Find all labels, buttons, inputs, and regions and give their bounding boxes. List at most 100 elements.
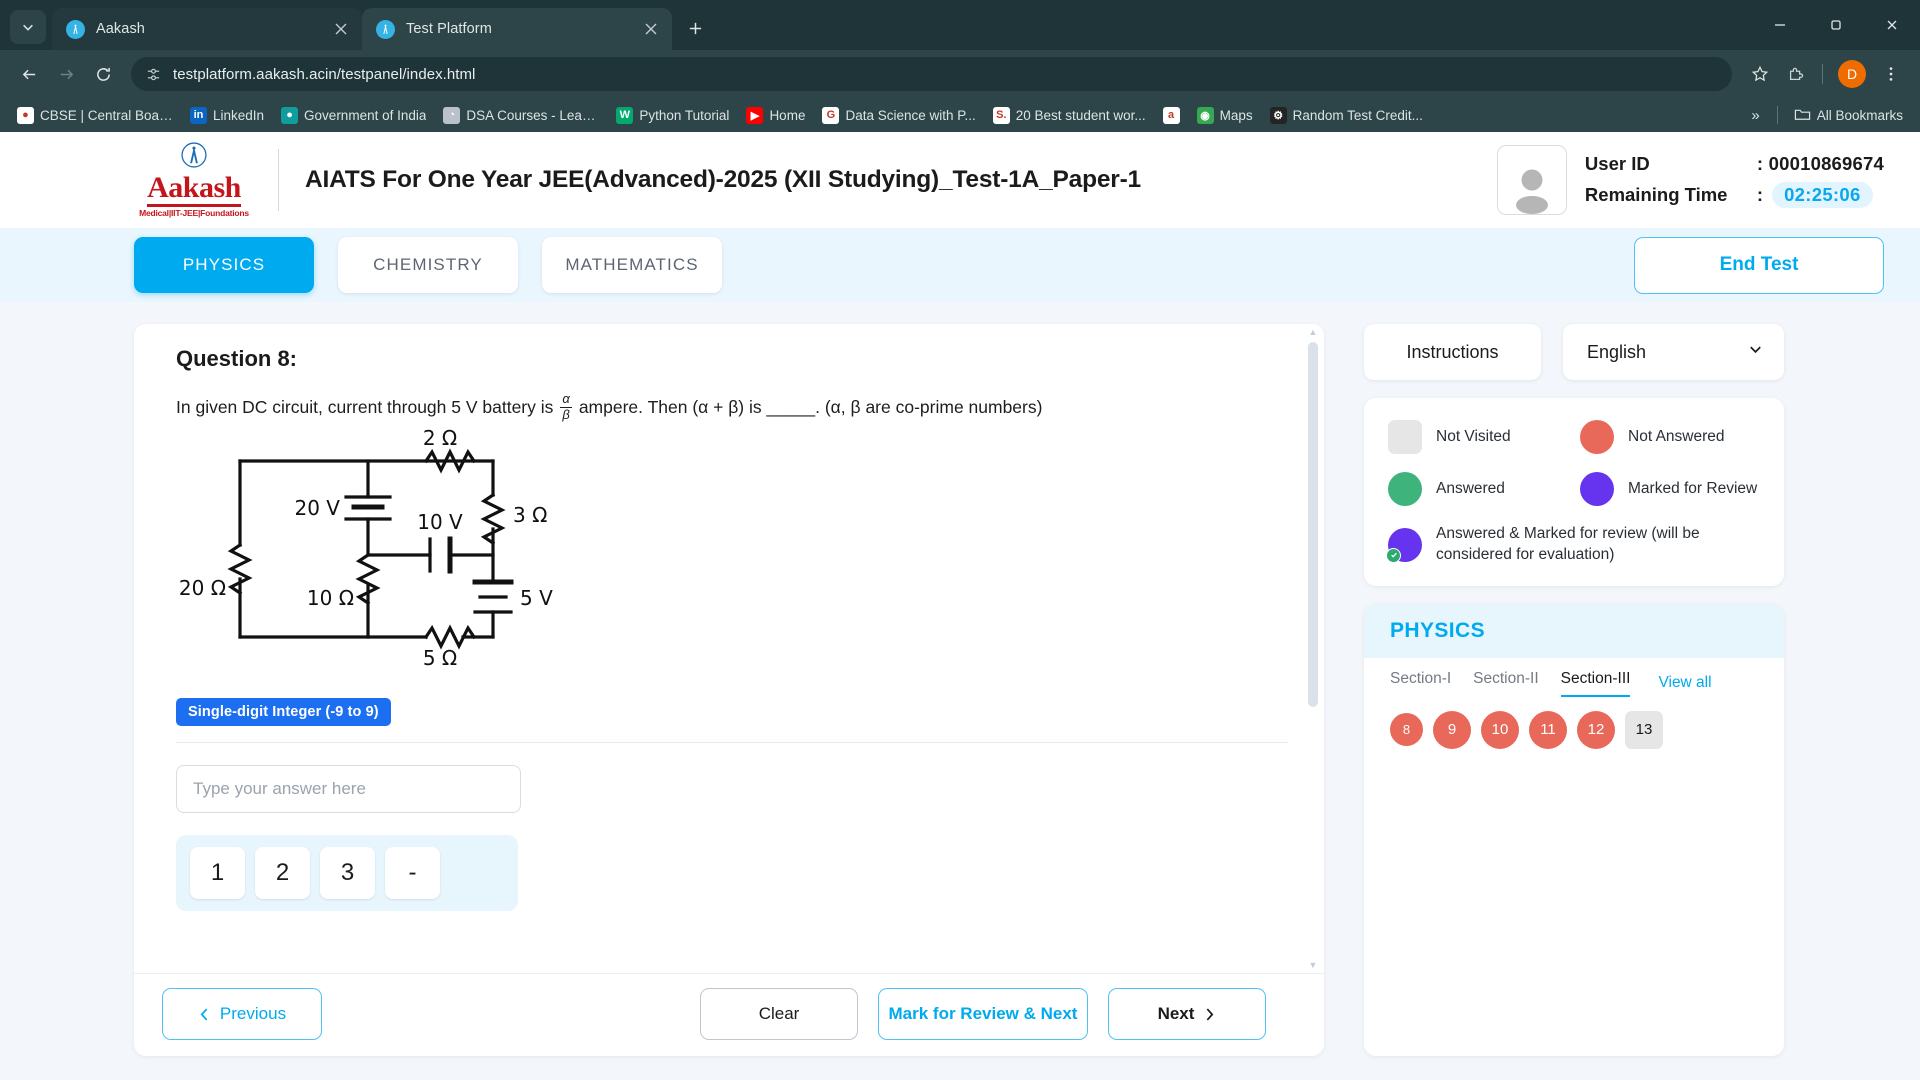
folder-icon xyxy=(1794,107,1811,124)
bookmark-item[interactable]: ◉ Maps xyxy=(1190,103,1260,128)
chevron-down-icon xyxy=(1747,341,1764,363)
legend-label-not-answered: Not Answered xyxy=(1628,427,1725,445)
aakash-favicon-icon xyxy=(376,19,395,39)
circuit-label-20v: 20 V xyxy=(295,496,341,520)
scrollbar-track[interactable]: ▲ ▼ xyxy=(1308,327,1318,970)
aakash-brand-text: Aakash xyxy=(147,173,241,208)
end-test-button[interactable]: End Test xyxy=(1634,236,1884,294)
minimize-icon[interactable] xyxy=(1752,0,1808,50)
question-number: Question 8: xyxy=(176,346,298,371)
all-bookmarks-button[interactable]: All Bookmarks xyxy=(1787,103,1910,128)
bookmark-item[interactable]: ● CBSE | Central Boar... xyxy=(10,103,180,128)
question-scrollbar[interactable]: ▲ ▼ xyxy=(1308,327,1318,970)
w3schools-icon: W xyxy=(616,106,634,124)
new-tab-button[interactable] xyxy=(680,13,710,43)
back-icon[interactable] xyxy=(12,57,46,91)
test-platform-page: Aakash Medical|IIT-JEE|Foundations AIATS… xyxy=(0,132,1920,1080)
user-meta: User ID : 00010869674 Remaining Time : 0… xyxy=(1585,153,1884,208)
google-icon: G xyxy=(822,106,840,124)
browser-window: Aakash Test Platform testplatform.aakash… xyxy=(0,0,1920,1080)
bookmark-label: 20 Best student wor... xyxy=(1015,107,1146,123)
bookmark-star-icon[interactable] xyxy=(1743,57,1777,91)
close-window-icon[interactable] xyxy=(1864,0,1920,50)
dsa-icon: ◔ xyxy=(443,106,461,124)
header-user-block: User ID : 00010869674 Remaining Time : 0… xyxy=(1496,145,1884,215)
tab-search-button[interactable] xyxy=(10,10,46,44)
maximize-icon[interactable] xyxy=(1808,0,1864,50)
legend-swatch-answered xyxy=(1388,472,1422,506)
language-select[interactable]: English xyxy=(1563,324,1784,380)
section-tab-3[interactable]: Section-III xyxy=(1560,670,1631,697)
window-controls xyxy=(1752,0,1920,50)
chrome-menu-icon[interactable] xyxy=(1874,57,1908,91)
section-tab-1[interactable]: Section-I xyxy=(1390,670,1451,697)
palette-question-12[interactable]: 12 xyxy=(1577,710,1615,749)
palette-question-8[interactable]: 8 xyxy=(1390,713,1423,747)
reload-icon[interactable] xyxy=(86,57,120,91)
legend-swatch-not-visited xyxy=(1388,420,1422,454)
clear-button[interactable]: Clear xyxy=(700,988,858,1040)
browser-tab-1[interactable]: Aakash xyxy=(52,8,362,50)
instructions-button[interactable]: Instructions xyxy=(1364,324,1541,380)
address-bar[interactable]: testplatform.aakash.acin/testpanel/index… xyxy=(131,57,1732,91)
url-text: testplatform.aakash.acin/testpanel/index… xyxy=(173,65,476,83)
keypad-key-1[interactable]: 1 xyxy=(190,846,245,899)
bookmark-item[interactable]: W Python Tutorial xyxy=(609,103,736,128)
bookmark-item[interactable]: ◔ DSA Courses - Lead... xyxy=(436,103,606,128)
side-panel: Instructions English Not Visited Not Ans… xyxy=(1364,324,1784,1056)
keypad-key-3[interactable]: 3 xyxy=(320,846,375,899)
keypad-key-minus[interactable]: - xyxy=(385,846,440,899)
mark-review-next-button[interactable]: Mark for Review & Next xyxy=(878,988,1088,1040)
legend-swatch-not-answered xyxy=(1580,420,1614,454)
legend-label-not-visited: Not Visited xyxy=(1436,427,1511,445)
bookmarks-overflow-button[interactable]: » xyxy=(1743,103,1767,128)
palette-question-10[interactable]: 10 xyxy=(1481,710,1519,749)
palette-question-13[interactable]: 13 xyxy=(1625,710,1663,749)
next-button[interactable]: Next xyxy=(1108,988,1266,1040)
site-settings-icon[interactable] xyxy=(143,64,163,84)
question-text: In given DC circuit, current through 5 V… xyxy=(176,391,1288,423)
bookmark-item[interactable]: in LinkedIn xyxy=(183,103,271,128)
bookmark-label: CBSE | Central Boar... xyxy=(40,107,173,123)
amazon-icon: a xyxy=(1162,106,1180,124)
answer-input[interactable] xyxy=(176,764,521,813)
question-scroll-area: ▲ ▼ Question 8: In given DC circuit, cur… xyxy=(134,324,1324,973)
previous-button-label: Previous xyxy=(219,1004,287,1023)
profile-avatar[interactable]: D xyxy=(1838,60,1866,88)
scroll-down-icon[interactable]: ▼ xyxy=(1309,960,1318,970)
forward-icon[interactable] xyxy=(49,57,83,91)
aakash-logo: Aakash Medical|IIT-JEE|Foundations xyxy=(34,142,254,218)
question-footer: Previous Clear Mark for Review & Next Ne… xyxy=(134,973,1324,1056)
view-all-link[interactable]: View all xyxy=(1658,674,1711,692)
bookmark-item[interactable]: ▶ Home xyxy=(739,103,812,128)
answer-divider xyxy=(176,741,1288,743)
aakash-logo-mark-icon xyxy=(181,142,207,172)
close-icon[interactable] xyxy=(330,18,352,40)
tab-mathematics[interactable]: MATHEMATICS xyxy=(542,237,722,293)
bookmark-item[interactable]: G Data Science with P... xyxy=(815,103,982,128)
bookmark-item[interactable]: a xyxy=(1156,103,1187,128)
palette-question-9[interactable]: 9 xyxy=(1433,710,1471,749)
tab-chemistry[interactable]: CHEMISTRY xyxy=(338,237,518,293)
bookmark-item[interactable]: S. 20 Best student wor... xyxy=(986,103,1153,128)
previous-button[interactable]: Previous xyxy=(162,988,322,1040)
browser-toolbar: testplatform.aakash.acin/testpanel/index… xyxy=(0,50,1920,98)
scroll-up-icon[interactable]: ▲ xyxy=(1309,327,1318,337)
keypad-key-2[interactable]: 2 xyxy=(255,846,310,899)
bookmark-label: Python Tutorial xyxy=(639,107,730,123)
tab-physics[interactable]: PHYSICS xyxy=(134,237,314,293)
section-tab-2[interactable]: Section-II xyxy=(1473,670,1538,697)
bookmarks-divider xyxy=(1776,106,1778,124)
page-title: AIATS For One Year JEE(Advanced)-2025 (X… xyxy=(305,166,1141,193)
status-legend: Not Visited Not Answered Answered Marked… xyxy=(1364,398,1784,586)
aakash-favicon-icon xyxy=(66,19,85,39)
extensions-icon[interactable] xyxy=(1779,57,1813,91)
scrollbar-thumb[interactable] xyxy=(1308,342,1318,707)
browser-tab-2[interactable]: Test Platform xyxy=(362,8,672,50)
close-icon[interactable] xyxy=(640,18,662,40)
bookmark-item[interactable]: ● Government of India xyxy=(274,103,433,128)
bookmark-item[interactable]: ⚙ Random Test Credit... xyxy=(1263,103,1430,128)
gov-india-icon: ● xyxy=(281,106,299,124)
linkedin-icon: in xyxy=(190,106,207,124)
palette-question-11[interactable]: 11 xyxy=(1529,710,1567,749)
